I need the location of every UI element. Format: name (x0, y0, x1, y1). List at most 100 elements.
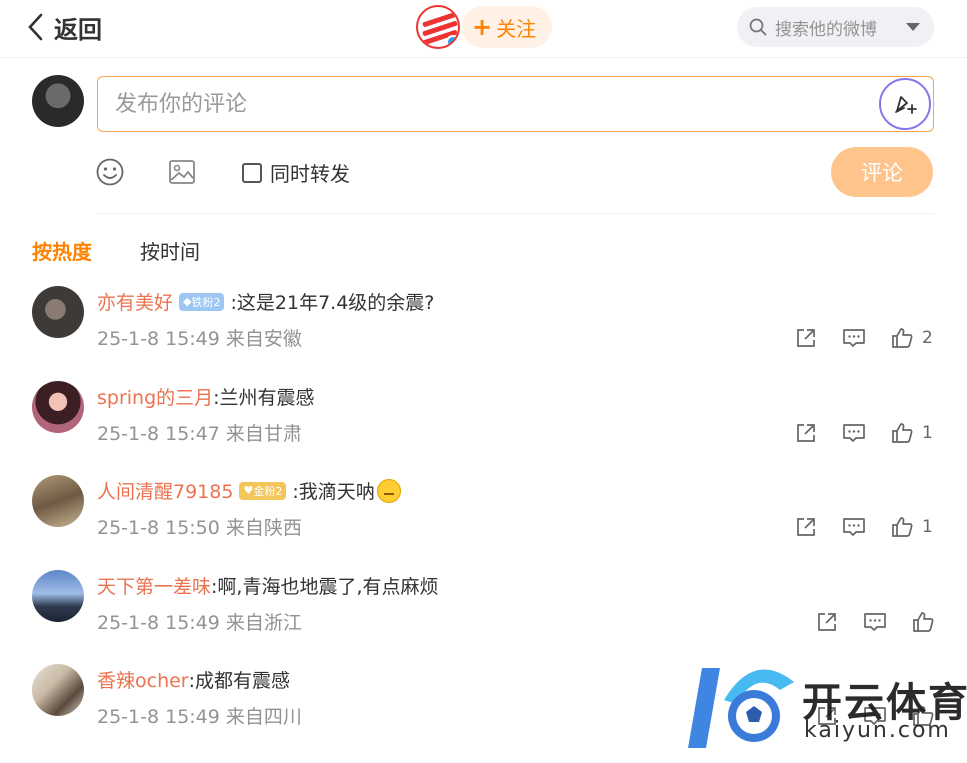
comment-input-box[interactable] (97, 76, 934, 132)
username[interactable]: 天下第一差味 (97, 572, 211, 599)
pen-sparkle-icon (895, 96, 917, 114)
fan-badge: ◆ 铁粉2 (179, 292, 225, 311)
back-label: 返回 (54, 15, 102, 44)
username[interactable]: 香辣ocher (97, 666, 189, 693)
fan-badge-label: 铁粉2 (191, 295, 221, 309)
tab-sort-time[interactable]: 按时间 (140, 236, 200, 265)
comment-actions: 2 (794, 326, 933, 350)
share-icon (818, 613, 836, 631)
like-count: 1 (922, 517, 933, 537)
username[interactable]: 人间清醒79185 (97, 477, 233, 504)
share-button[interactable] (794, 326, 818, 350)
submit-comment-button[interactable]: 评论 (831, 147, 933, 197)
account-header: + 关注 (416, 5, 553, 49)
comment-icon (864, 613, 886, 631)
thumbs-up-icon (913, 612, 934, 632)
comment-item: 亦有美好 ◆ 铁粉2 :这是21年7.4级的余震? 25-1-8 15:49 来自… (0, 286, 967, 380)
back-button[interactable]: 返回 (26, 10, 102, 44)
divider (97, 213, 934, 214)
comment-item: 人间清醒79185 ♥ 金粉2 :我滴天呐 25-1-8 15:50 来自陕西 1 (0, 475, 967, 569)
comment-location: 来自浙江 (225, 612, 302, 634)
chevron-left-icon (28, 13, 43, 41)
comment-line: 亦有美好 ◆ 铁粉2 :这是21年7.4级的余震? (97, 288, 434, 315)
share-button[interactable] (794, 515, 818, 539)
comment-meta: 25-1-8 15:50 来自陕西 (97, 513, 302, 540)
fan-badge: ♥ 金粉2 (239, 481, 287, 500)
reply-button[interactable] (842, 515, 866, 539)
reply-button[interactable] (842, 421, 866, 445)
comment-actions (815, 610, 943, 634)
image-button[interactable] (167, 157, 197, 191)
comment-icon (843, 424, 865, 442)
comment-text: :兰州有震感 (213, 387, 315, 409)
verified-icon (446, 35, 458, 47)
fan-badge-label: 金粉2 (253, 484, 283, 498)
comment-time: 25-1-8 15:50 (97, 517, 220, 539)
comment-meta: 25-1-8 15:49 来自安徽 (97, 324, 302, 351)
comment-time: 25-1-8 15:47 (97, 423, 220, 445)
comment-item: 天下第一差味 :啊,青海也地震了,有点麻烦 25-1-8 15:49 来自浙江 (0, 570, 967, 664)
avatar[interactable] (32, 475, 84, 527)
account-avatar[interactable] (416, 5, 460, 49)
share-button[interactable] (794, 421, 818, 445)
repost-checkbox[interactable] (242, 162, 262, 183)
username[interactable]: 亦有美好 (97, 288, 173, 315)
comment-line: 人间清醒79185 ♥ 金粉2 :我滴天呐 (97, 477, 401, 504)
my-avatar[interactable] (32, 75, 84, 127)
comment-location: 来自四川 (225, 706, 302, 728)
like-button[interactable]: 2 (890, 326, 933, 350)
comment-text: :成都有震感 (188, 670, 291, 692)
thumbs-up-icon (892, 423, 913, 443)
search-box[interactable]: 搜索他的微博 (737, 7, 934, 47)
comment-text: :啊,青海也地震了,有点麻烦 (211, 576, 439, 598)
speechless-emoji-icon (376, 478, 401, 503)
comment-location: 来自甘肃 (225, 423, 302, 445)
comment-time: 25-1-8 15:49 (97, 328, 220, 350)
ai-write-button[interactable] (879, 78, 931, 130)
tab-sort-hot[interactable]: 按热度 (32, 236, 92, 265)
emoji-button[interactable] (95, 157, 125, 191)
follow-label: 关注 (496, 16, 537, 41)
plus-icon: + (472, 13, 493, 41)
comment-actions: 1 (794, 421, 933, 445)
comment-line: 香辣ocher :成都有震感 (97, 666, 290, 693)
top-bar: 返回 + 关注 搜索他的微博 (0, 0, 967, 58)
avatar[interactable] (32, 570, 84, 622)
comment-item: spring的三月 :兰州有震感 25-1-8 15:47 来自甘肃 1 (0, 381, 967, 475)
avatar[interactable] (32, 381, 84, 433)
comment-time: 25-1-8 15:49 (97, 706, 220, 728)
comment-meta: 25-1-8 15:49 来自浙江 (97, 608, 302, 635)
soccer-ball-logo-icon (688, 668, 794, 748)
like-button[interactable]: 1 (890, 515, 933, 539)
comment-meta: 25-1-8 15:47 来自甘肃 (97, 419, 302, 446)
repost-toggle[interactable]: 同时转发 (242, 158, 350, 187)
follow-button[interactable]: + 关注 (462, 6, 553, 48)
comment-location: 来自安徽 (225, 328, 302, 350)
reply-button[interactable] (842, 326, 866, 350)
diamond-icon: ◆ (183, 295, 192, 308)
like-count: 1 (922, 423, 933, 443)
like-button[interactable] (911, 610, 943, 634)
comment-icon (843, 518, 865, 536)
avatar[interactable] (32, 286, 84, 338)
username[interactable]: spring的三月 (97, 383, 213, 410)
repost-label: 同时转发 (270, 162, 350, 186)
comment-time: 25-1-8 15:49 (97, 612, 220, 634)
image-icon (169, 160, 195, 184)
comment-actions: 1 (794, 515, 933, 539)
comment-text: :我滴天呐 (292, 481, 375, 503)
like-button[interactable]: 1 (890, 421, 933, 445)
share-icon (797, 518, 815, 536)
caret-down-icon[interactable] (906, 23, 920, 31)
avatar[interactable] (32, 664, 84, 716)
heart-icon: ♥ (243, 484, 254, 497)
comment-input[interactable] (98, 77, 858, 131)
search-placeholder: 搜索他的微博 (775, 19, 877, 40)
share-button[interactable] (815, 610, 839, 634)
smiley-icon (96, 158, 124, 186)
comment-meta: 25-1-8 15:49 来自四川 (97, 702, 302, 729)
reply-button[interactable] (863, 610, 887, 634)
watermark-domain: kaiyun.com (804, 718, 951, 743)
comment-text: :这是21年7.4级的余震? (230, 292, 435, 314)
share-icon (797, 424, 815, 442)
